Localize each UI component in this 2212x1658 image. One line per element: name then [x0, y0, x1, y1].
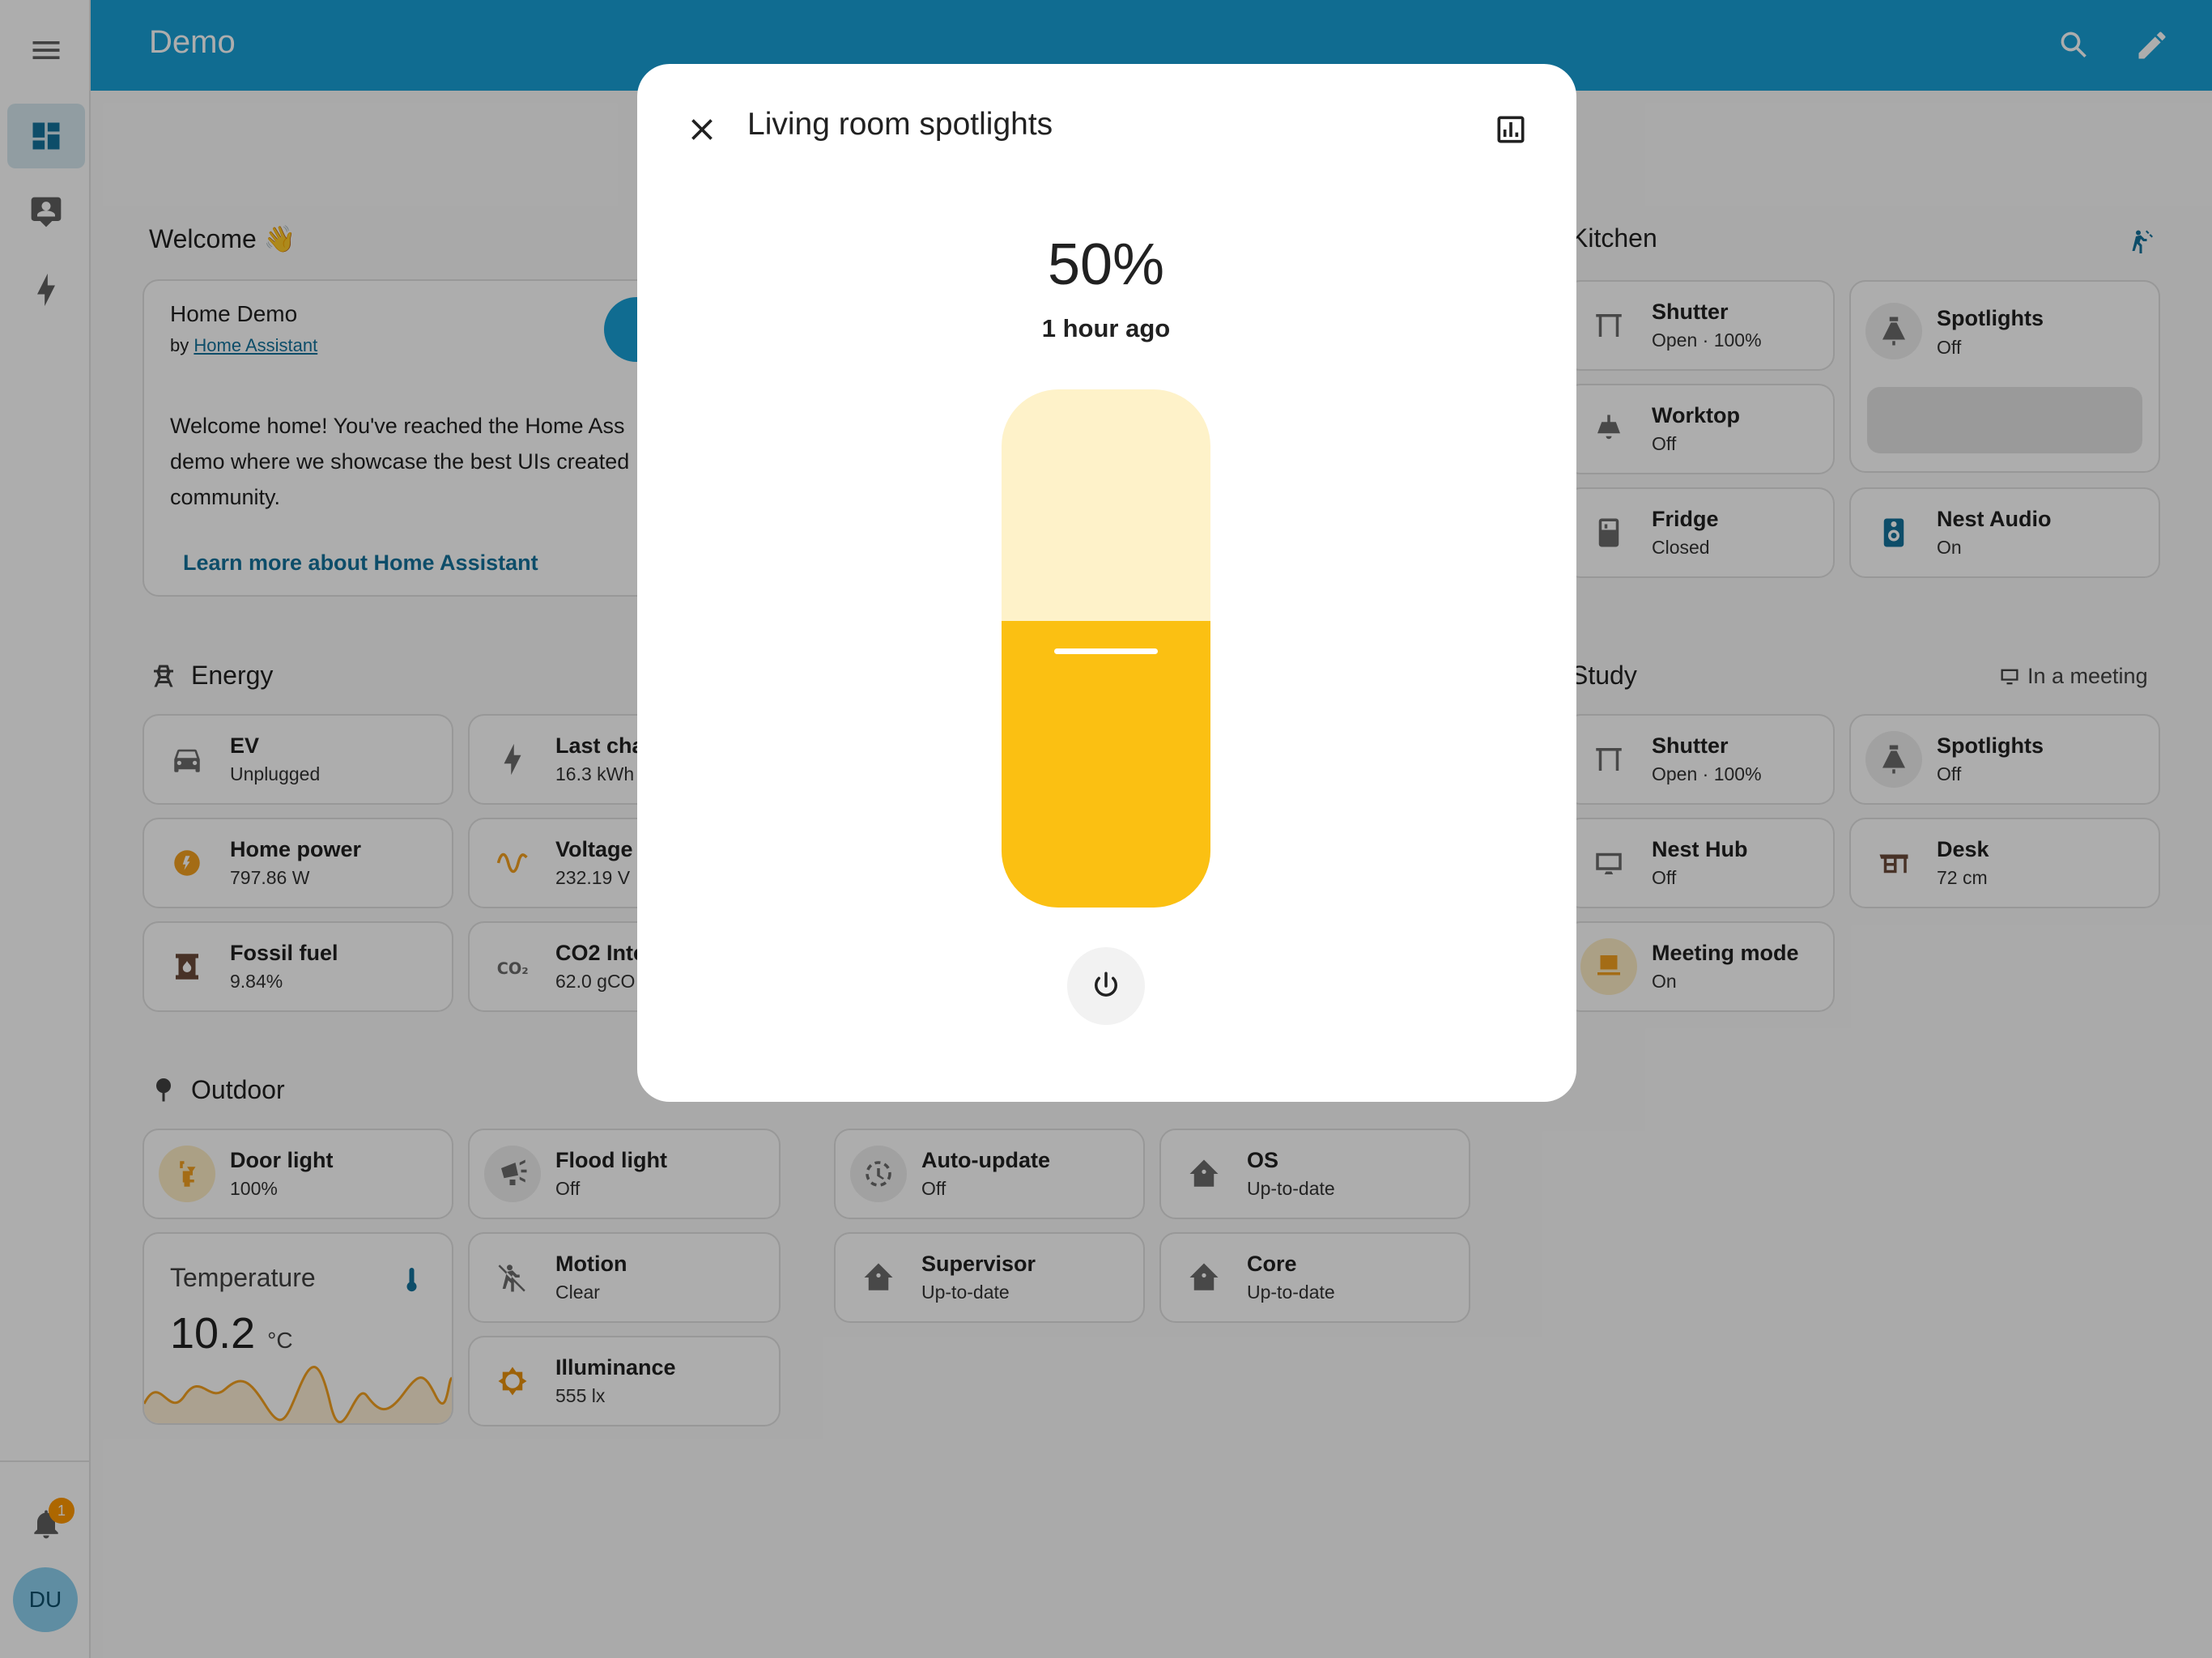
- power-toggle-button[interactable]: [1067, 947, 1145, 1025]
- power-icon: [1095, 971, 1117, 997]
- close-dialog-button[interactable]: [678, 105, 726, 154]
- brightness-value: 50%: [1047, 232, 1165, 297]
- dialog-title: Living room spotlights: [747, 107, 1053, 142]
- history-button[interactable]: [1487, 105, 1535, 154]
- close-icon: [691, 119, 713, 140]
- last-changed: 1 hour ago: [1041, 314, 1171, 342]
- brightness-slider[interactable]: [1002, 389, 1210, 908]
- brightness-slider-handle[interactable]: [1054, 648, 1158, 654]
- chart-box-icon: [1497, 116, 1525, 143]
- brightness-slider-fill: [1002, 621, 1210, 908]
